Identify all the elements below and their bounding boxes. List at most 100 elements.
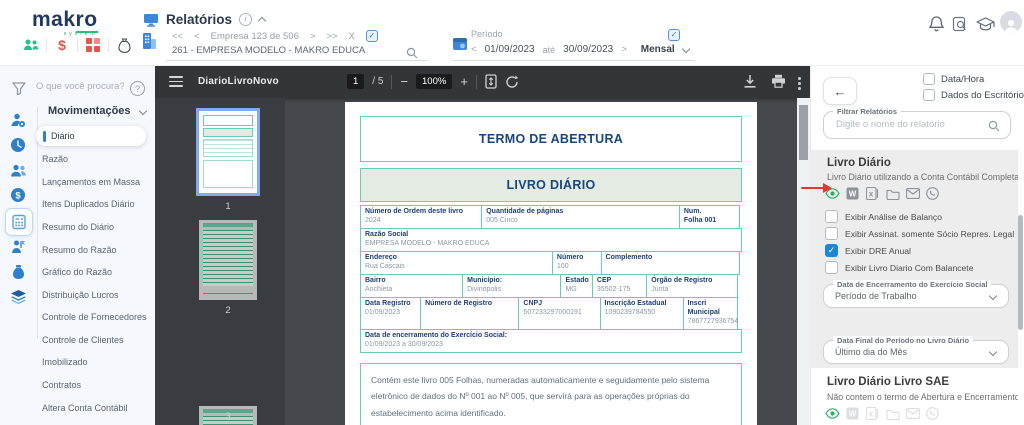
zoom-level[interactable]: 100% xyxy=(416,74,453,89)
menu-hamburger-icon[interactable] xyxy=(169,74,183,90)
period-mode-select[interactable]: Mensal xyxy=(641,44,675,55)
option-row-livro-balancete: Exibir Livro Diario Com Balancete xyxy=(825,261,973,274)
pdf-toolbar: DiarioLivroNovo 1 / 5 − 100% + xyxy=(155,65,810,98)
user-avatar[interactable] xyxy=(1000,11,1022,33)
sidebar-item-grafico-do-razao[interactable]: Gráfico do Razão xyxy=(42,267,112,277)
sidebar-item-diario-active[interactable]: Diário xyxy=(36,126,146,146)
report-section-livro-sae[interactable]: Livro Diário Livro SAE Não contem o term… xyxy=(811,368,1018,425)
zoom-in-button[interactable]: + xyxy=(460,75,468,88)
chevron-down-icon[interactable] xyxy=(681,44,690,53)
sidebar-item-controle-de-clientes[interactable]: Controle de Clientes xyxy=(42,335,124,345)
select-data-encerramento[interactable]: Data de Encerramento do Exercício Social… xyxy=(823,280,1009,308)
filter-funnel-icon[interactable] xyxy=(12,82,26,95)
option-row-analise-balanco: Exibir Análise de Balanço xyxy=(825,210,942,223)
period-start-date[interactable]: 01/09/2023 xyxy=(485,44,535,55)
page-number-input[interactable]: 1 xyxy=(347,74,365,89)
sidebar-item-resumo-do-diario[interactable]: Resumo do Diário xyxy=(42,222,114,232)
document-search-icon[interactable] xyxy=(952,16,968,32)
sidebar-item-razao[interactable]: Razão xyxy=(42,154,68,164)
doc-declaration-box: Contém este livro 005 Folhas, numeradas … xyxy=(360,362,742,425)
thumbnail-page-1[interactable] xyxy=(196,108,260,196)
doc-field: Complemento xyxy=(600,250,740,275)
company-last-button[interactable]: >> xyxy=(326,31,337,42)
search-icon[interactable] xyxy=(406,47,418,59)
sidebar-item-distribuicao-lucros[interactable]: Distribuição Lucros xyxy=(42,290,119,300)
thumbnail-page-2[interactable] xyxy=(199,220,257,300)
doc-livro-diario-box: LIVRO DIÁRIO xyxy=(360,168,742,202)
export-folder-icon[interactable] xyxy=(885,186,900,201)
svg-text:x: x xyxy=(869,190,874,199)
graduation-cap-icon[interactable] xyxy=(976,17,995,32)
company-prev-button[interactable]: < xyxy=(194,31,200,42)
company-next-button[interactable]: > xyxy=(310,31,316,42)
send-email-icon[interactable] xyxy=(905,186,920,201)
sidebar-search-input[interactable] xyxy=(34,80,126,93)
sidebar-item-controle-de-fornecedores[interactable]: Controle de Fornecedores xyxy=(42,312,147,322)
pdf-scrollbar-thumb[interactable] xyxy=(799,105,808,160)
doc-field: Razão Social EMPRESA MODELO - MAKRO EDUCA xyxy=(360,227,742,252)
financial-icon[interactable]: $ xyxy=(47,36,77,54)
datetime-checkbox[interactable] xyxy=(923,73,935,85)
back-button[interactable]: ← xyxy=(823,77,857,105)
fit-page-icon[interactable] xyxy=(485,74,497,89)
period-end-date[interactable]: 30/09/2023 xyxy=(563,44,613,55)
quick-access-icons: $ xyxy=(16,36,139,54)
sidebar-item-resumo-do-razao[interactable]: Resumo do Razão xyxy=(42,245,117,255)
rail-user-settings-icon[interactable] xyxy=(9,111,27,129)
sidebar-section-movimentacoes[interactable]: Movimentações xyxy=(48,105,148,117)
assinat-socio-checkbox[interactable] xyxy=(825,227,838,240)
doc-field: Número 100 xyxy=(551,250,602,275)
zoom-out-button[interactable]: − xyxy=(400,75,408,88)
page-title: Relatórios xyxy=(166,12,233,27)
sidebar-item-itens-duplicados-diario[interactable]: Itens Duplicados Diário xyxy=(42,199,135,209)
apps-grid-icon[interactable] xyxy=(78,36,108,54)
period-until-label: até xyxy=(542,44,556,55)
export-word-icon[interactable]: W xyxy=(845,186,860,201)
notifications-bell-icon[interactable] xyxy=(928,15,945,33)
report-section-livro-diario[interactable]: Livro Diário Livro Diário utilizando a C… xyxy=(811,150,1018,368)
report-subtitle: Livro Diário utilizando a Conta Contábil… xyxy=(827,172,1018,182)
help-icon[interactable]: ? xyxy=(130,81,145,96)
sidebar-item-altera-conta-contabil[interactable]: Altera Conta Contábil xyxy=(42,403,128,413)
company-clear-button[interactable]: X xyxy=(349,31,355,42)
collapse-chevron-icon[interactable] xyxy=(257,16,267,26)
reports-panel: ← Data/Hora Dados do Escritório Filtrar … xyxy=(810,65,1024,425)
search-icon[interactable] xyxy=(988,120,1000,132)
rail-calculator-icon-selected[interactable] xyxy=(5,208,33,236)
sidebar-item-imobilizado[interactable]: Imobilizado xyxy=(42,357,88,367)
company-filter-checkbox[interactable]: ✓ xyxy=(365,30,378,42)
analise-balanco-checkbox[interactable] xyxy=(825,210,838,223)
export-word-icon: W xyxy=(845,406,860,421)
app-logo[interactable]: makro system xyxy=(32,8,98,37)
print-icon[interactable] xyxy=(771,74,786,88)
logo-text: makro xyxy=(32,8,98,33)
office-data-checkbox[interactable] xyxy=(923,89,935,101)
more-options-kebab-icon[interactable] xyxy=(798,75,801,92)
sidebar-item-lancamentos-em-massa[interactable]: Lançamentos em Massa xyxy=(42,177,140,187)
rail-dollar-coin-icon[interactable]: $ xyxy=(9,186,27,204)
clients-icon[interactable] xyxy=(16,36,46,54)
rail-layers-icon[interactable] xyxy=(9,287,27,305)
download-icon[interactable] xyxy=(743,74,757,89)
period-next-button[interactable]: > xyxy=(621,44,627,55)
rail-users-icon[interactable] xyxy=(9,161,27,179)
sidebar-item-contratos[interactable]: Contratos xyxy=(42,380,81,390)
panel-scrollbar-thumb[interactable] xyxy=(1018,215,1023,330)
info-icon[interactable]: i xyxy=(239,13,253,26)
rail-funds-bag-icon[interactable] xyxy=(9,263,27,281)
rotate-icon[interactable] xyxy=(505,75,519,89)
period-filter-checkbox[interactable]: ✓ xyxy=(668,29,680,41)
money-bag-icon[interactable] xyxy=(109,36,139,54)
view-eye-icon[interactable] xyxy=(825,406,840,421)
company-first-button[interactable]: << xyxy=(172,31,183,42)
doc-open-title: TERMO DE ABERTURA xyxy=(478,132,624,146)
send-whatsapp-icon[interactable] xyxy=(925,186,940,201)
rail-clock-icon[interactable] xyxy=(9,136,27,154)
export-excel-icon[interactable]: x xyxy=(865,186,880,201)
dre-anual-checkbox-checked[interactable]: ✓ xyxy=(825,244,838,257)
period-prev-button[interactable]: < xyxy=(471,44,477,55)
rail-user-report-icon[interactable] xyxy=(9,238,27,256)
divider xyxy=(166,60,428,61)
livro-balancete-checkbox[interactable] xyxy=(825,261,838,274)
select-data-final-periodo[interactable]: Data Final do Período no Livro Diário Úl… xyxy=(823,336,1009,364)
